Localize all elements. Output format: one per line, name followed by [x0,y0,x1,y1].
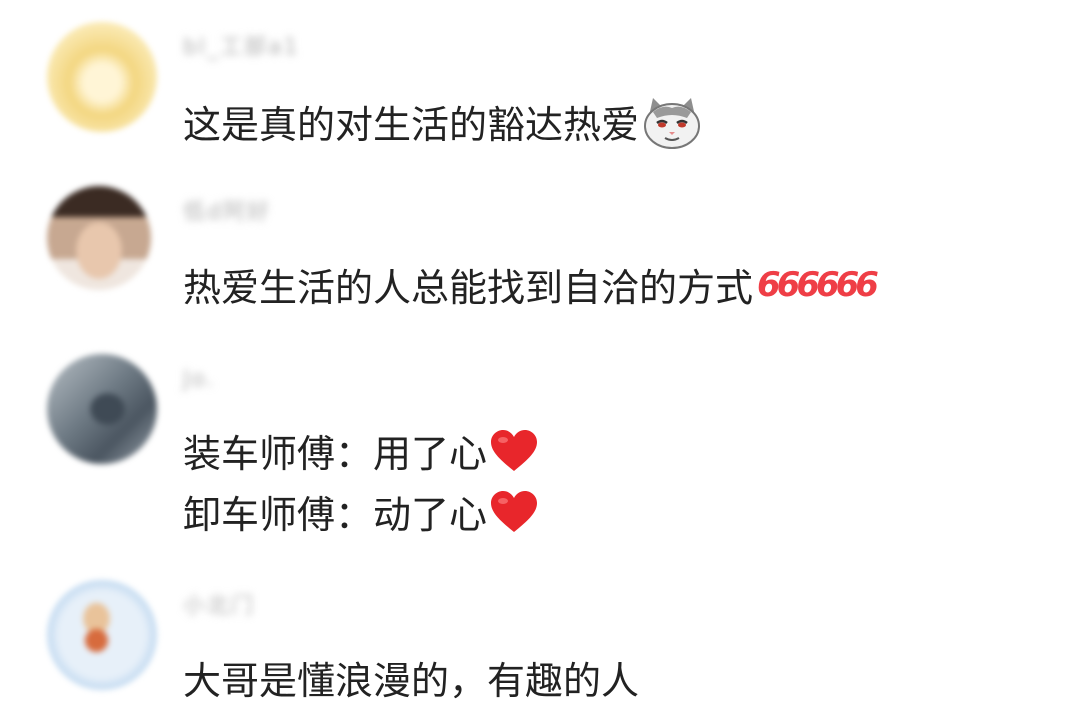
username[interactable]: 低d阿好 [183,198,271,228]
username[interactable]: 小北门 [183,592,255,622]
avatar[interactable] [47,354,157,464]
red-heart-emoji [489,490,539,545]
avatar[interactable] [47,580,157,690]
comment-text: 大哥是懂浪漫的，有趣的人 [183,657,639,705]
comment-text-content: 卸车师傅：动了心 [183,493,488,537]
username[interactable]: Jo. [183,365,216,395]
666-emoji-text: 666666 [757,265,878,305]
cat-face-emoji [641,94,703,161]
comment-feed: bl_工部a1 这是真的对生活的豁达热爱 低d阿好 热爱生活的人总能找到自洽的方… [0,0,1080,723]
comment-text: 这是真的对生活的豁达热爱 [183,94,703,161]
comment-text-content: 大哥是懂浪漫的，有趣的人 [183,659,640,703]
comment-text-content: 这是真的对生活的豁达热爱 [183,103,640,147]
comment-text-line: 卸车师傅：动了心 [183,490,539,545]
avatar[interactable] [47,186,151,290]
comment-text-content: 热爱生活的人总能找到自洽的方式 [183,266,754,310]
red-heart-emoji [489,429,539,484]
comment-text-line: 装车师傅：用了心 [183,429,539,484]
comment-text: 热爱生活的人总能找到自洽的方式 666666 [183,262,883,319]
username[interactable]: bl_工部a1 [183,33,300,63]
comment-text-content: 装车师傅：用了心 [183,432,488,476]
666-emoji: 666666 [755,262,883,319]
avatar[interactable] [47,22,157,132]
